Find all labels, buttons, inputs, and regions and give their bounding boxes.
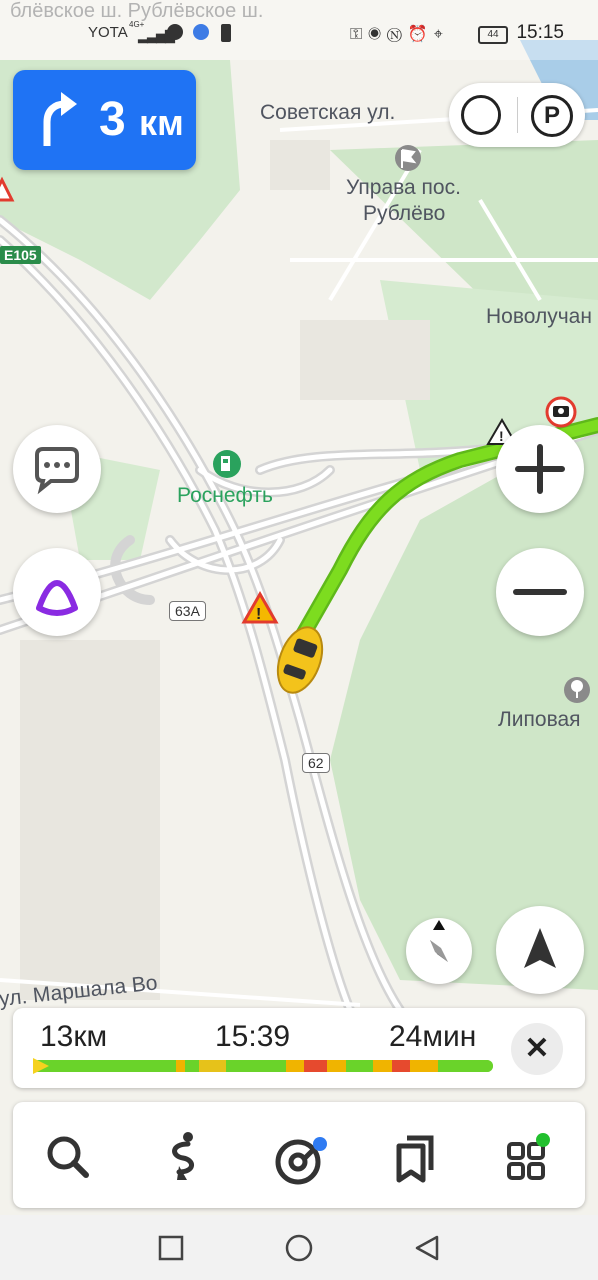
zoom-in-button[interactable] — [496, 425, 584, 513]
road-sign-63a: 63А — [169, 601, 206, 621]
street-label-sovetskaya: Советская ул. — [260, 101, 396, 124]
alarm-icon: ⏰ — [407, 26, 434, 43]
key-icon: ⚿ — [350, 26, 369, 43]
traffic-segment — [437, 1060, 493, 1072]
maneuver-distance-value: 3 — [99, 93, 126, 146]
traffic-segment — [410, 1060, 438, 1072]
poi-label-rublevo: Рублёво — [363, 202, 446, 225]
navigation-arrow-icon — [524, 928, 556, 968]
traffic-segment — [373, 1060, 392, 1072]
divider — [517, 97, 518, 133]
traffic-segment — [286, 1060, 305, 1072]
search-icon — [47, 1136, 89, 1178]
road-sign-62: 62 — [302, 753, 330, 773]
services-icon — [507, 1133, 550, 1180]
flag-icon[interactable] — [395, 145, 421, 171]
traffic-segment — [175, 1060, 185, 1072]
gas-station-icon[interactable] — [213, 450, 241, 478]
compass-button[interactable] — [406, 918, 472, 984]
parking-button[interactable]: P — [531, 95, 573, 137]
music-button[interactable] — [265, 1122, 335, 1192]
system-navigation-bar — [0, 1215, 598, 1280]
triangle-icon[interactable] — [412, 1233, 442, 1263]
traffic-segment — [33, 1060, 176, 1072]
yandex-notification-icon — [193, 24, 209, 40]
park-icon[interactable] — [564, 677, 590, 703]
zoom-out-button[interactable] — [496, 548, 584, 636]
locate-button[interactable] — [496, 906, 584, 994]
status-bar: YOTA 4G+ ▂▃▅▇ ⚿◉Ⓝ⏰⌖ 44 15:15 — [0, 0, 598, 60]
road-sign-e105: E105 — [0, 246, 41, 264]
traffic-segment — [184, 1060, 199, 1072]
bookmarks-button[interactable] — [379, 1122, 449, 1192]
square-icon[interactable] — [156, 1233, 186, 1263]
maneuver-panel[interactable]: 3 км — [13, 70, 196, 170]
poi-label-rosneft: Роснефть — [177, 484, 273, 507]
traffic-segment — [226, 1060, 286, 1072]
speed-camera-icon[interactable] — [545, 396, 577, 428]
battery-icon: 44 — [478, 26, 508, 44]
carrier-label: YOTA — [88, 24, 128, 41]
bottom-toolbar — [13, 1102, 585, 1208]
maneuver-distance: 3 км — [99, 92, 184, 147]
route-summary-card[interactable]: 13км 15:39 24мин ✕ — [13, 1008, 585, 1088]
top-controls: P — [449, 83, 585, 147]
maneuver-distance-unit: км — [139, 102, 184, 143]
status-icons: ⚿◉Ⓝ⏰⌖ — [350, 24, 449, 44]
start-marker-icon — [33, 1058, 49, 1074]
traffic-segment — [345, 1060, 374, 1072]
turn-right-arrow-icon — [43, 92, 77, 146]
minus-icon — [513, 589, 567, 595]
traffic-segment — [391, 1060, 411, 1072]
chat-icon — [35, 447, 79, 495]
industrial-block — [20, 640, 160, 1000]
traffic-progress-bar — [33, 1060, 493, 1072]
circle-icon[interactable] — [284, 1233, 314, 1263]
compass-icon — [430, 920, 448, 962]
arrival-time: 15:39 — [215, 1020, 291, 1053]
nfc-icon: Ⓝ — [386, 26, 408, 43]
route-icon — [172, 1132, 194, 1180]
plus-icon — [515, 444, 565, 494]
sim-icon — [221, 24, 231, 42]
location-icon: ⌖ — [433, 26, 449, 43]
clock: 15:15 — [516, 22, 564, 43]
close-route-button[interactable]: ✕ — [511, 1023, 563, 1075]
poi-label-lipovaya: Липовая — [498, 708, 581, 731]
route-distance: 13км — [40, 1020, 108, 1053]
music-icon — [275, 1137, 327, 1185]
alice-button[interactable] — [13, 548, 101, 636]
svg-text:!: ! — [256, 606, 261, 623]
app-notification-icon — [167, 24, 183, 40]
traffic-icon[interactable] — [461, 95, 501, 135]
building-block — [270, 140, 330, 190]
route-button[interactable] — [149, 1122, 219, 1192]
street-label-novoluchan: Новолучан — [486, 305, 592, 328]
chat-button[interactable] — [13, 425, 101, 513]
poi-label-uprava: Управа пос. — [346, 176, 461, 199]
search-button[interactable] — [33, 1122, 103, 1192]
bookmarks-icon — [396, 1135, 434, 1183]
traffic-segment — [327, 1060, 346, 1072]
alice-icon — [36, 580, 78, 616]
eye-icon: ◉ — [368, 26, 387, 43]
traffic-segment — [304, 1060, 328, 1072]
traffic-segment — [198, 1060, 227, 1072]
route-duration: 24мин — [389, 1020, 477, 1053]
building-block — [300, 320, 430, 400]
services-button[interactable] — [495, 1122, 565, 1192]
